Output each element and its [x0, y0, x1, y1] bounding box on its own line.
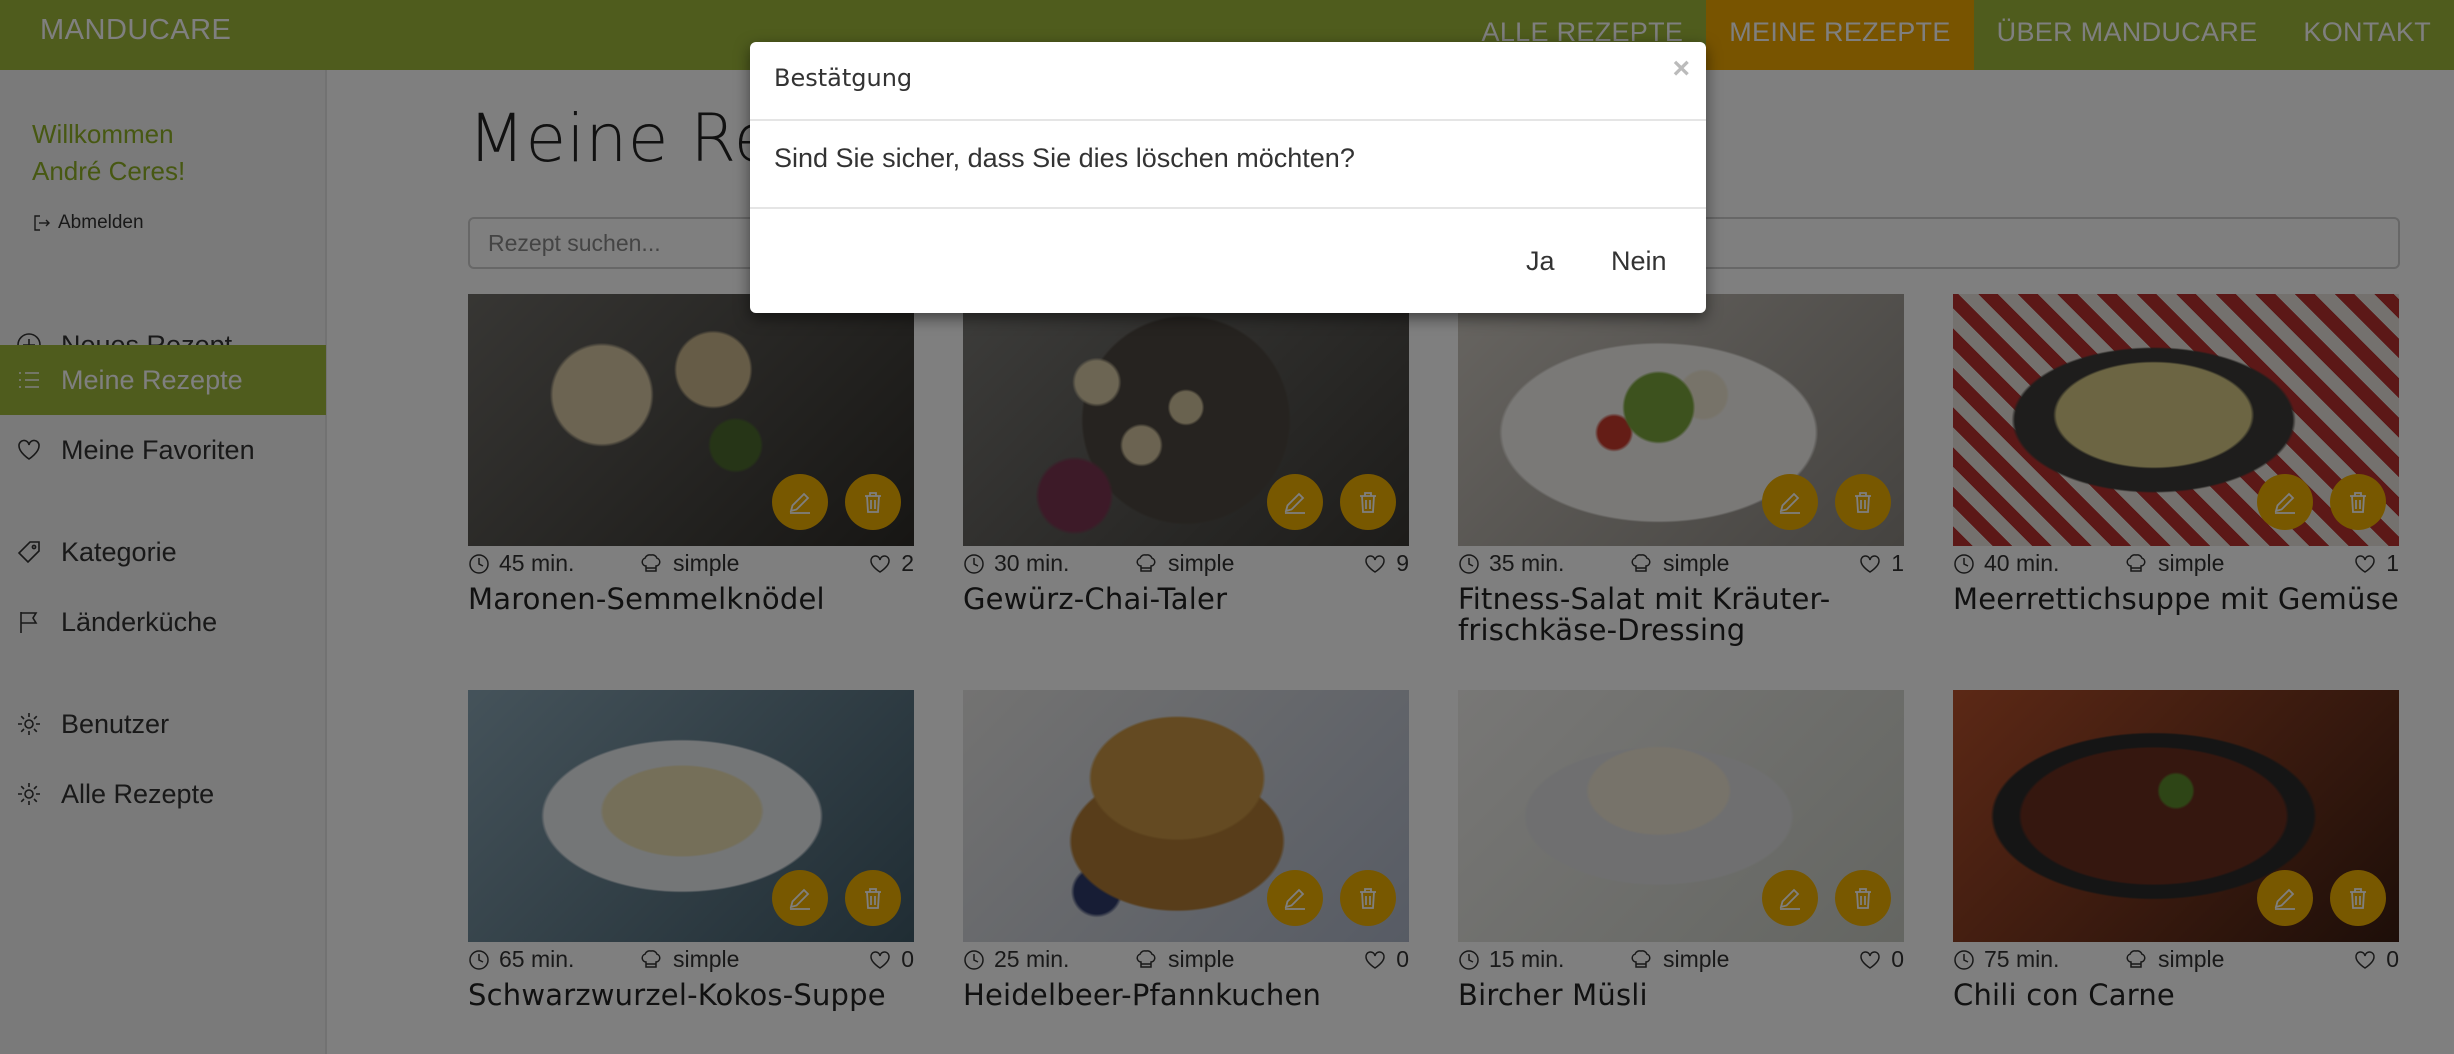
- dialog-footer: Ja Nein: [750, 209, 1706, 313]
- dialog-message: Sind Sie sicher, dass Sie dies löschen m…: [774, 143, 1355, 173]
- dialog-header: Bestätgung ×: [750, 42, 1706, 121]
- dialog-body: Sind Sie sicher, dass Sie dies löschen m…: [750, 121, 1706, 209]
- close-icon[interactable]: ×: [1672, 52, 1690, 86]
- dialog-title: Bestätgung: [774, 64, 913, 92]
- confirm-dialog: Bestätgung × Sind Sie sicher, dass Sie d…: [750, 42, 1706, 313]
- no-button[interactable]: Nein: [1591, 236, 1687, 286]
- yes-button[interactable]: Ja: [1506, 236, 1575, 286]
